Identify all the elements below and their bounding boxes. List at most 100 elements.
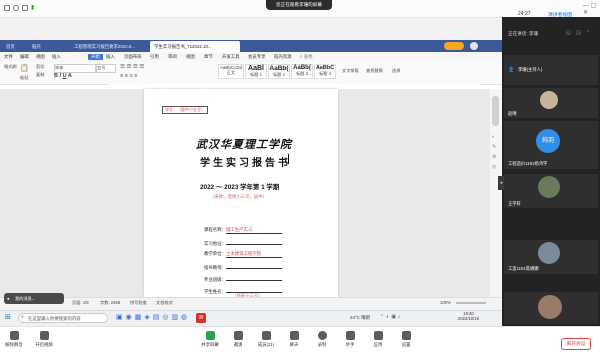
font-name-select[interactable]: 宋体 xyxy=(54,64,96,73)
menu-member[interactable]: 会员专享 xyxy=(248,54,266,60)
mute-button[interactable]: 解除静音 xyxy=(0,331,28,348)
mic-off-icon xyxy=(9,331,19,340)
screen-share-notice[interactable]: 您正在观看李珊的屏幕 xyxy=(266,0,332,10)
zoom-level[interactable]: 100% xyxy=(440,300,451,305)
video-button[interactable]: 开启视频 xyxy=(30,331,58,348)
members-icon xyxy=(261,331,271,340)
shield-icon[interactable] xyxy=(22,5,28,11)
menu-references[interactable]: 引用 xyxy=(150,54,159,60)
style-heading-4[interactable]: AaBbC 标题 4 xyxy=(314,64,336,79)
avatar xyxy=(538,295,562,319)
text-layout-button[interactable]: 文字排版 xyxy=(342,68,359,74)
menu-review[interactable]: 审阅 xyxy=(168,54,177,60)
taskbar-clock[interactable]: 16:30 2022/10/16 xyxy=(458,311,479,321)
academic-year: 2022 ～ 2023 学年第 1 学期 xyxy=(200,184,280,191)
tray-icons[interactable]: ⌃◐▣♪ xyxy=(380,314,402,320)
chat-icon xyxy=(289,331,299,340)
chat-button[interactable]: 聊天 xyxy=(280,331,308,348)
zoom-slider[interactable] xyxy=(456,302,486,304)
paste-button[interactable]: 📋 xyxy=(20,64,29,72)
menu-edit[interactable]: 编辑 xyxy=(20,54,29,60)
participant-tile[interactable]: 赵晴 xyxy=(504,88,598,118)
collapse-panel-icon[interactable]: ◂ xyxy=(498,176,504,190)
raise-hand-button[interactable]: 举手 xyxy=(336,331,364,348)
copy-button[interactable]: 复制 xyxy=(36,72,44,78)
student-id-stamp: 学号：（居中小五号） xyxy=(162,106,208,114)
ribbon-format-painter[interactable]: 格式刷 xyxy=(4,64,17,70)
menu-docer-resources[interactable]: 稻壳资源 xyxy=(274,54,292,60)
search-icon: ⌕ xyxy=(21,314,24,320)
share-screen-button[interactable]: 共享屏幕 xyxy=(196,331,224,348)
find-replace-button[interactable]: 查找替换 xyxy=(366,68,383,74)
menu-page-layout[interactable]: 页面布局 xyxy=(124,54,142,60)
avatar: 纯羽 xyxy=(536,129,560,153)
leave-meeting-button[interactable]: 离开会议 xyxy=(561,338,591,350)
tab-doc-requirements[interactable]: 工程管理实习报告要求2022.6... xyxy=(70,41,148,52)
record-icon xyxy=(317,331,327,340)
participant-tile[interactable]: 王宇轩 xyxy=(504,174,598,208)
avatar xyxy=(538,176,560,198)
window-controls[interactable]: — ▢ ✕ xyxy=(583,2,600,16)
window-icon[interactable] xyxy=(4,5,10,11)
search-icon: ⌕ xyxy=(300,54,303,59)
user-avatar[interactable] xyxy=(470,42,478,50)
menu-insert-quick[interactable]: 插入 xyxy=(52,54,61,60)
record-button[interactable]: 录制 xyxy=(308,331,336,348)
select-button[interactable]: 选择 xyxy=(392,68,400,74)
menu-developer[interactable]: 开发工具 xyxy=(222,54,240,60)
participant-tile[interactable]: 工造1191陈娜娜 xyxy=(504,240,598,274)
scroll-thumb[interactable] xyxy=(492,96,499,126)
field-class: 专业班级： xyxy=(204,275,282,283)
participant-tile[interactable] xyxy=(504,292,598,324)
style-normal[interactable]: AaBbCcDd 正文 xyxy=(218,64,244,79)
word-count[interactable]: 字数: 2468 xyxy=(100,300,120,306)
style-heading-1[interactable]: AaBl 标题 1 xyxy=(245,64,267,79)
menu-sections[interactable]: 章节 xyxy=(204,54,213,60)
settings-button[interactable]: 设置 xyxy=(392,331,420,348)
tab-docer[interactable]: 稻壳 xyxy=(28,41,68,52)
apps-button[interactable]: 应用 xyxy=(364,331,392,348)
camera-off-icon xyxy=(39,331,49,340)
bold-button[interactable]: B I U A xyxy=(54,73,72,79)
page-indicator[interactable]: 页面: 1/8 xyxy=(72,300,89,306)
weather-widget[interactable]: 24°C 晴朗 xyxy=(350,315,370,321)
speaking-indicator: 正在讲话: 李珊 xyxy=(508,31,539,36)
font-size-select[interactable]: 五号 xyxy=(96,64,116,73)
member-badge[interactable] xyxy=(444,42,464,50)
tab-home[interactable]: 首页 xyxy=(2,41,28,52)
spell-check[interactable]: 拼写检查 xyxy=(130,300,147,306)
field-department: 教学单位：土木建筑工程学院 xyxy=(204,251,282,258)
school-name: 武汉华夏理工学院 xyxy=(196,138,292,151)
avatar xyxy=(540,91,558,109)
tab-doc-report[interactable]: 学生实习报告书_712022.10... xyxy=(150,41,240,52)
style-heading-3[interactable]: AaBb(标题 3 xyxy=(291,64,313,79)
members-button[interactable]: 成员(21) xyxy=(252,331,280,348)
menu-insert[interactable]: 插入 xyxy=(106,54,115,60)
participant-tile[interactable]: 纯羽 工程造价1191杨鸿宇 xyxy=(504,121,598,169)
side-tools[interactable]: ◐ ✎ ⚙ ◎ xyxy=(492,132,496,172)
font-note: （宋体，黑体小三号，居中） xyxy=(210,194,268,199)
notification-toast[interactable]: ● 我的消息... xyxy=(4,293,64,304)
style-heading-2[interactable]: AaBb(标题 2 xyxy=(268,64,290,79)
menu-home[interactable]: 开始 xyxy=(88,54,103,60)
cut-button[interactable]: 剪切 xyxy=(36,64,44,70)
taskbar-app-icons[interactable]: ▣◉▦◈▤◎▥◍ xyxy=(116,313,190,321)
menu-file[interactable]: 文件 xyxy=(4,54,13,60)
alignment-tools[interactable]: ≡ ≡ ≡ ≡ xyxy=(120,73,137,79)
paste-label[interactable]: 粘贴 xyxy=(20,75,28,81)
signal-icon: ▮ xyxy=(31,5,35,11)
menu-view[interactable]: 视图 xyxy=(36,54,45,60)
paragraph-tools[interactable]: ☰ ☰ ☰ ☰ xyxy=(120,64,144,70)
panel-controls[interactable]: ◱ ◲ ⌃ xyxy=(566,30,592,36)
windows-start-icon[interactable]: ⊞ xyxy=(5,313,11,321)
search-command[interactable]: ⌕ 查找 xyxy=(300,54,313,60)
doc-proofread[interactable]: 文档校对 xyxy=(156,300,173,306)
text-cursor xyxy=(288,154,289,164)
invite-icon xyxy=(233,331,243,340)
wps-app-icon[interactable]: W xyxy=(196,313,206,323)
taskbar-search-input[interactable]: 在这里输入你要搜索的内容 xyxy=(18,313,108,323)
info-icon[interactable] xyxy=(13,5,19,11)
invite-button[interactable]: 邀请 xyxy=(224,331,252,348)
menu-view-main[interactable]: 视图 xyxy=(186,54,195,60)
participant-tile[interactable]: 李珊(主持人) 👤 xyxy=(504,55,598,85)
